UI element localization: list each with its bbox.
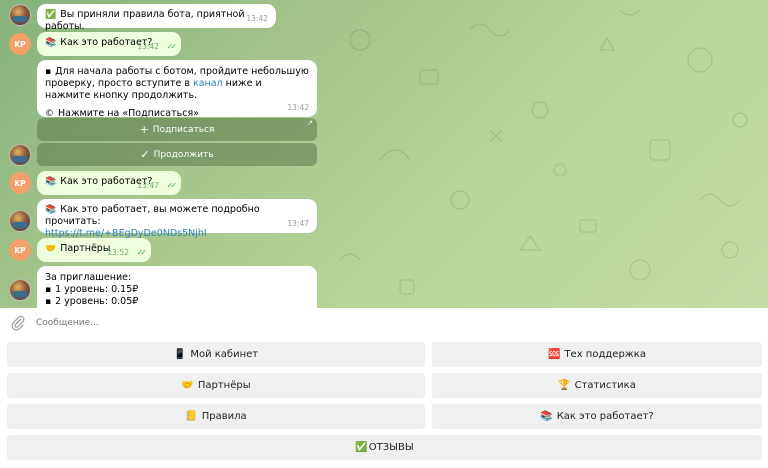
button-label: Мой кабинет bbox=[190, 349, 259, 360]
list-item: ▪ 2 уровень: 0.05₽ bbox=[45, 296, 309, 308]
button-label: Правила bbox=[201, 411, 247, 422]
books-icon: 📚 bbox=[45, 38, 57, 48]
bot-message: ✅ Вы приняли правила бота, приятной работ… bbox=[37, 4, 276, 32]
reviews-button[interactable]: ✅ ОТЗЫВЫ bbox=[7, 435, 762, 460]
message-time: 13:42 bbox=[287, 103, 309, 112]
my-cabinet-button[interactable]: 📱 Мой кабинет bbox=[7, 342, 425, 367]
user-avatar[interactable]: KP bbox=[9, 172, 31, 194]
subscribe-button[interactable]: + Подписаться ↗ bbox=[37, 118, 317, 141]
button-label: Статистика bbox=[574, 380, 636, 391]
square-bullet-icon: ▪ bbox=[45, 297, 52, 307]
notebook-icon: 📒 bbox=[185, 411, 198, 422]
message-text: За приглашение: bbox=[45, 272, 132, 283]
level-1-text: 1 уровень: 0.15₽ bbox=[55, 284, 139, 295]
message-time: 13:42 bbox=[246, 14, 268, 23]
button-label: Как это работает? bbox=[556, 411, 654, 422]
square-bullet-icon: ▪ bbox=[45, 285, 52, 295]
user-avatar[interactable]: KP bbox=[9, 239, 31, 261]
user-message: 📚 Как это работает? 13:42 ✓✓ bbox=[37, 32, 181, 56]
level-2-text: 2 уровень: 0.05₽ bbox=[55, 296, 139, 307]
partners-button[interactable]: 🤝 Партнёры bbox=[7, 373, 425, 398]
double-check-icon: ✓✓ bbox=[136, 248, 148, 257]
message-time: 13:47 bbox=[137, 181, 159, 190]
user-avatar[interactable]: KP bbox=[9, 33, 31, 55]
external-link-icon: ↗ bbox=[307, 119, 313, 127]
bot-message: За приглашение: ▪ 1 уровень: 0.15₽ ▪ 2 уро… bbox=[37, 266, 317, 308]
user-message: 🤝 Партнёры 13:52 ✓✓ bbox=[37, 238, 151, 262]
double-check-icon: ✓✓ bbox=[166, 181, 178, 190]
button-label: ОТЗЫВЫ bbox=[368, 442, 414, 453]
continue-button[interactable]: ✓ Продолжить bbox=[37, 143, 317, 166]
bot-avatar[interactable] bbox=[9, 279, 31, 301]
check-mark-icon: ✅ bbox=[45, 10, 57, 20]
paperclip-icon[interactable] bbox=[10, 315, 26, 331]
bot-avatar[interactable] bbox=[9, 210, 31, 232]
double-check-icon: ✓✓ bbox=[166, 42, 178, 51]
reply-keyboard: 📱 Мой кабинет 🆘 Тех поддержка 🤝 Партнёры 🏆 С… bbox=[0, 338, 768, 468]
list-item: ▪ 1 уровень: 0.15₽ bbox=[45, 284, 309, 296]
message-composer bbox=[0, 308, 768, 338]
bot-message: ▪ Для начала работы с ботом, пройдите неб… bbox=[37, 60, 317, 119]
channel-link[interactable]: канал bbox=[193, 78, 223, 89]
bot-message: 📚 Как это работает, вы можете подробно пр… bbox=[37, 199, 317, 239]
message-body: 📚 Как это работает, вы можете подробно пр… bbox=[45, 204, 309, 228]
books-icon: 📚 bbox=[45, 177, 57, 187]
books-icon: 📚 bbox=[540, 411, 553, 422]
check-mark-icon: ✅ bbox=[355, 442, 368, 453]
button-label: Подписаться bbox=[152, 124, 215, 135]
square-bullet-icon: ▪ bbox=[45, 67, 52, 77]
handshake-icon: 🤝 bbox=[45, 244, 57, 254]
button-label: Тех поддержка bbox=[564, 349, 646, 360]
message-text: Для начала работы с ботом, пройдите небо… bbox=[45, 66, 309, 89]
check-icon: ✓ bbox=[140, 148, 150, 161]
button-label: Продолжить bbox=[153, 149, 214, 160]
rules-button[interactable]: 📒 Правила bbox=[7, 404, 425, 429]
message-time: 13:42 bbox=[137, 42, 159, 51]
plus-icon: + bbox=[139, 123, 149, 136]
handshake-icon: 🤝 bbox=[181, 380, 194, 391]
sos-icon: 🆘 bbox=[548, 349, 561, 360]
message-body: ▪ Для начала работы с ботом, пройдите неб… bbox=[45, 66, 309, 102]
user-message: 📚 Как это работает? 13:47 ✓✓ bbox=[37, 171, 181, 195]
message-input[interactable] bbox=[34, 317, 638, 329]
how-it-works-button[interactable]: 📚 Как это работает? bbox=[432, 404, 762, 429]
support-button[interactable]: 🆘 Тех поддержка bbox=[432, 342, 762, 367]
message-time: 13:47 bbox=[287, 219, 309, 228]
trophy-icon: 🏆 bbox=[558, 380, 571, 391]
bot-avatar[interactable] bbox=[9, 4, 31, 26]
chat-area[interactable]: ✅ Вы приняли правила бота, приятной работ… bbox=[0, 0, 768, 308]
message-text: Как это работает, вы можете подробно про… bbox=[45, 204, 260, 227]
message-text: Партнёры bbox=[60, 243, 111, 254]
bot-avatar[interactable] bbox=[9, 144, 31, 166]
books-icon: 📚 bbox=[45, 205, 57, 215]
mobile-phone-icon: 📱 bbox=[173, 349, 187, 360]
message-time: 13:52 bbox=[107, 248, 129, 257]
button-label: Партнёры bbox=[197, 380, 251, 391]
statistics-button[interactable]: 🏆 Статистика bbox=[432, 373, 762, 398]
